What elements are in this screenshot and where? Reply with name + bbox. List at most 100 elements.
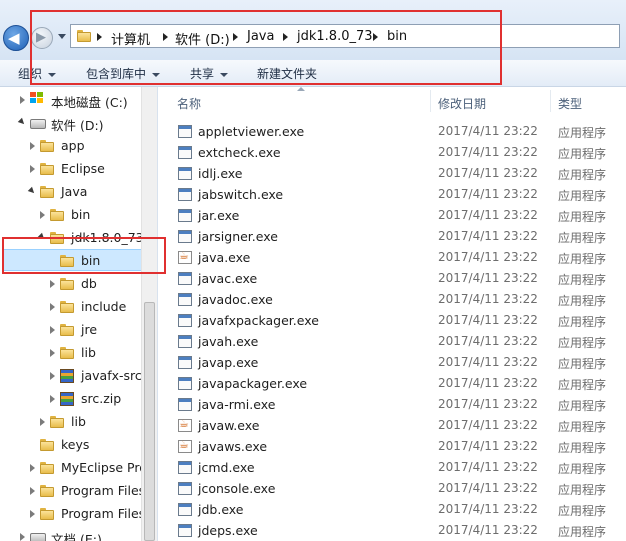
file-type: 应用程序 bbox=[558, 336, 607, 350]
tree-item-jdk-bin[interactable]: bin bbox=[0, 250, 141, 272]
share-menu[interactable]: 共享 bbox=[190, 65, 229, 82]
tree-item-java-bin[interactable]: bin bbox=[0, 204, 141, 226]
tree-item-jre[interactable]: jre bbox=[0, 319, 141, 341]
collapse-arrow-icon[interactable] bbox=[17, 117, 27, 127]
tree-item-javafx-src[interactable]: javafx-src. bbox=[0, 365, 146, 387]
forward-button[interactable]: ▶ bbox=[31, 27, 53, 49]
file-row[interactable]: jarsigner.exe 2017/4/11 23:22 应用程序 bbox=[158, 226, 626, 247]
organize-menu[interactable]: 组织 bbox=[18, 65, 57, 82]
file-row[interactable]: java-rmi.exe 2017/4/11 23:22 应用程序 bbox=[158, 394, 626, 415]
breadcrumb-separator-icon[interactable] bbox=[283, 33, 288, 41]
recent-locations-dropdown-icon[interactable] bbox=[58, 34, 66, 39]
file-row[interactable]: javap.exe 2017/4/11 23:22 应用程序 bbox=[158, 352, 626, 373]
expand-arrow-icon[interactable] bbox=[20, 96, 25, 104]
tree-item-label: Java bbox=[61, 184, 88, 199]
expand-arrow-icon[interactable] bbox=[30, 142, 35, 150]
exe-icon bbox=[178, 146, 192, 159]
breadcrumb-separator-icon[interactable] bbox=[97, 33, 102, 41]
breadcrumb-separator-icon[interactable] bbox=[373, 33, 378, 41]
expand-arrow-icon[interactable] bbox=[30, 464, 35, 472]
breadcrumb-separator-icon[interactable] bbox=[233, 33, 238, 41]
navigation-scrollbar[interactable] bbox=[141, 87, 157, 541]
tree-item-drive-d[interactable]: 软件 (D:) bbox=[0, 112, 141, 134]
tree-item-include[interactable]: include bbox=[0, 296, 141, 318]
file-row[interactable]: jdb.exe 2017/4/11 23:22 应用程序 bbox=[158, 499, 626, 520]
expand-arrow-icon[interactable] bbox=[50, 395, 55, 403]
breadcrumb-java[interactable]: Java bbox=[247, 29, 274, 44]
breadcrumb-separator-icon[interactable] bbox=[163, 33, 168, 41]
expand-arrow-icon[interactable] bbox=[50, 326, 55, 334]
file-date: 2017/4/11 23:22 bbox=[438, 208, 538, 222]
new-folder-button[interactable]: 新建文件夹 bbox=[257, 65, 317, 82]
folder-icon bbox=[50, 209, 64, 221]
scrollbar-thumb[interactable] bbox=[144, 302, 155, 541]
expand-arrow-icon[interactable] bbox=[50, 303, 55, 311]
tree-item-drive-e[interactable]: 文档 (E:) bbox=[0, 526, 141, 541]
file-row[interactable]: java.exe 2017/4/11 23:22 应用程序 bbox=[158, 247, 626, 268]
file-row[interactable]: javafxpackager.exe 2017/4/11 23:22 应用程序 bbox=[158, 310, 626, 331]
address-box[interactable]: 计算机 软件 (D:) Java jdk1.8.0_73 bin bbox=[70, 24, 620, 48]
file-list-header: 名称 修改日期 类型 bbox=[158, 87, 626, 115]
tree-item-java-lib[interactable]: lib bbox=[0, 411, 141, 433]
include-in-library-menu[interactable]: 包含到库中 bbox=[86, 65, 161, 82]
tree-item-label: 软件 (D:) bbox=[51, 118, 104, 133]
expand-arrow-icon[interactable] bbox=[50, 349, 55, 357]
breadcrumb-jdk[interactable]: jdk1.8.0_73 bbox=[297, 29, 373, 44]
file-row[interactable]: javaw.exe 2017/4/11 23:22 应用程序 bbox=[158, 415, 626, 436]
tree-item-program-files-x86[interactable]: Program Files bbox=[0, 503, 145, 525]
column-header-date[interactable]: 修改日期 bbox=[438, 95, 486, 112]
file-row[interactable]: javadoc.exe 2017/4/11 23:22 应用程序 bbox=[158, 289, 626, 310]
file-row[interactable]: jar.exe 2017/4/11 23:22 应用程序 bbox=[158, 205, 626, 226]
file-row[interactable]: javapackager.exe 2017/4/11 23:22 应用程序 bbox=[158, 373, 626, 394]
expand-arrow-icon[interactable] bbox=[30, 510, 35, 518]
file-row[interactable]: idlj.exe 2017/4/11 23:22 应用程序 bbox=[158, 163, 626, 184]
file-row[interactable]: javaws.exe 2017/4/11 23:22 应用程序 bbox=[158, 436, 626, 457]
breadcrumb-computer[interactable]: 计算机 bbox=[111, 29, 150, 48]
tree-item-src-zip[interactable]: src.zip bbox=[0, 388, 141, 410]
collapse-arrow-icon[interactable] bbox=[37, 232, 47, 242]
tree-item-java[interactable]: Java bbox=[0, 181, 141, 203]
column-header-name[interactable]: 名称 bbox=[177, 95, 201, 112]
expand-arrow-icon[interactable] bbox=[30, 165, 35, 173]
tree-item-jdk[interactable]: jdk1.8.0_73 bbox=[0, 227, 144, 249]
expand-arrow-icon[interactable] bbox=[50, 280, 55, 288]
expand-arrow-icon[interactable] bbox=[30, 487, 35, 495]
file-row[interactable]: javah.exe 2017/4/11 23:22 应用程序 bbox=[158, 331, 626, 352]
file-row[interactable]: appletviewer.exe 2017/4/11 23:22 应用程序 bbox=[158, 121, 626, 142]
file-row[interactable]: jcmd.exe 2017/4/11 23:22 应用程序 bbox=[158, 457, 626, 478]
file-row[interactable]: jdeps.exe 2017/4/11 23:22 应用程序 bbox=[158, 520, 626, 541]
expand-arrow-icon[interactable] bbox=[40, 418, 45, 426]
file-name: extcheck.exe bbox=[198, 145, 281, 160]
tree-item-drive-c[interactable]: 本地磁盘 (C:) bbox=[0, 89, 141, 111]
file-row[interactable]: extcheck.exe 2017/4/11 23:22 应用程序 bbox=[158, 142, 626, 163]
tree-item-label: bin bbox=[71, 207, 91, 222]
breadcrumb-drive-d[interactable]: 软件 (D:) bbox=[175, 29, 230, 48]
file-row[interactable]: javac.exe 2017/4/11 23:22 应用程序 bbox=[158, 268, 626, 289]
tree-item-keys[interactable]: keys bbox=[0, 434, 141, 456]
tree-item-app[interactable]: app bbox=[0, 135, 141, 157]
tree-item-jdk-lib[interactable]: lib bbox=[0, 342, 141, 364]
column-divider[interactable] bbox=[430, 90, 431, 112]
back-arrow-icon: ◀ bbox=[8, 29, 20, 47]
back-button[interactable]: ◀ bbox=[3, 25, 29, 51]
tree-item-db[interactable]: db bbox=[0, 273, 141, 295]
expand-arrow-icon[interactable] bbox=[50, 372, 55, 380]
tree-item-eclipse[interactable]: Eclipse bbox=[0, 158, 141, 180]
collapse-arrow-icon[interactable] bbox=[27, 186, 37, 196]
breadcrumb-bin[interactable]: bin bbox=[387, 29, 407, 44]
expand-arrow-icon[interactable] bbox=[20, 533, 25, 541]
expand-arrow-icon[interactable] bbox=[40, 211, 45, 219]
column-divider[interactable] bbox=[550, 90, 551, 112]
exe-icon bbox=[178, 209, 192, 222]
folder-icon bbox=[40, 163, 54, 175]
tree-item-program-files[interactable]: Program Files bbox=[0, 480, 145, 502]
file-row[interactable]: jconsole.exe 2017/4/11 23:22 应用程序 bbox=[158, 478, 626, 499]
file-date: 2017/4/11 23:22 bbox=[438, 502, 538, 516]
file-name: javah.exe bbox=[198, 334, 259, 349]
tree-item-myeclipse[interactable]: MyEclipse Pro bbox=[0, 457, 147, 479]
file-row[interactable]: jabswitch.exe 2017/4/11 23:22 应用程序 bbox=[158, 184, 626, 205]
file-name: java.exe bbox=[198, 250, 251, 265]
folder-icon bbox=[40, 439, 54, 451]
file-date: 2017/4/11 23:22 bbox=[438, 523, 538, 537]
column-header-type[interactable]: 类型 bbox=[558, 95, 582, 112]
